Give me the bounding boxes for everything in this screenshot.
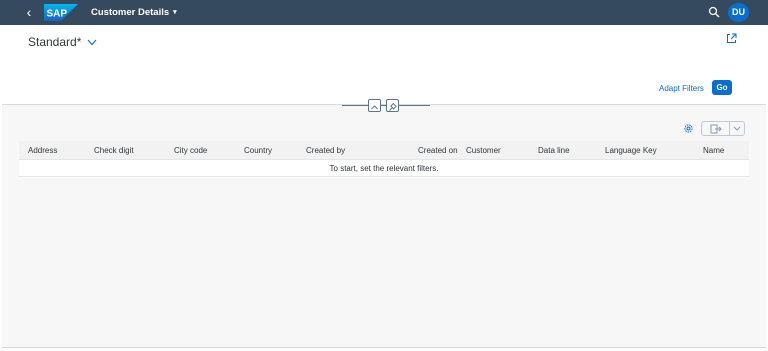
back-icon[interactable]: ‹ bbox=[22, 5, 36, 19]
column-header-city-code[interactable]: City code bbox=[174, 146, 207, 155]
column-header-name[interactable]: Name bbox=[703, 146, 724, 155]
table-header-row: Address Check digit City code Country Cr… bbox=[19, 141, 749, 160]
chevron-down-icon bbox=[733, 126, 741, 131]
variant-name: Standard* bbox=[28, 35, 82, 49]
pin-header-button[interactable] bbox=[386, 99, 399, 112]
app-title-menu[interactable]: Customer Details ▾ bbox=[91, 6, 177, 19]
column-header-created-on[interactable]: Created on bbox=[418, 146, 458, 155]
sap-logo[interactable]: SAP bbox=[44, 4, 78, 21]
variant-selector[interactable]: Standard* bbox=[28, 35, 97, 49]
export-dropdown-button[interactable] bbox=[730, 122, 744, 135]
page-header bbox=[0, 25, 768, 105]
column-header-data-line[interactable]: Data line bbox=[538, 146, 570, 155]
sap-logo-text: SAP bbox=[47, 9, 68, 20]
adapt-filters-button[interactable]: Adapt Filters bbox=[659, 84, 704, 93]
collapse-header-button[interactable] bbox=[368, 99, 381, 112]
shell-bar: ‹ SAP Customer Details ▾ DU bbox=[0, 0, 768, 25]
collapse-header-icon bbox=[371, 105, 378, 110]
search-icon[interactable] bbox=[708, 6, 720, 18]
column-header-address[interactable]: Address bbox=[28, 146, 57, 155]
results-table: Address Check digit City code Country Cr… bbox=[19, 141, 749, 178]
app-title-caret-icon: ▾ bbox=[173, 9, 177, 16]
column-header-check-digit[interactable]: Check digit bbox=[94, 146, 134, 155]
avatar[interactable]: DU bbox=[728, 3, 749, 22]
export-button-group bbox=[701, 121, 745, 136]
chevron-down-icon bbox=[87, 39, 97, 45]
page-bottom-border bbox=[2, 347, 766, 348]
column-header-customer[interactable]: Customer bbox=[466, 146, 501, 155]
export-button[interactable] bbox=[702, 122, 730, 135]
share-icon[interactable] bbox=[726, 33, 737, 44]
pin-header-icon bbox=[389, 102, 397, 111]
column-header-language-key[interactable]: Language Key bbox=[605, 146, 657, 155]
go-button[interactable]: Go bbox=[712, 80, 732, 95]
column-header-created-by[interactable]: Created by bbox=[306, 146, 345, 155]
settings-icon[interactable] bbox=[683, 123, 694, 134]
column-header-country[interactable]: Country bbox=[244, 146, 272, 155]
export-icon bbox=[710, 124, 722, 133]
app-title: Customer Details bbox=[91, 7, 170, 18]
table-empty-message: To start, set the relevant filters. bbox=[19, 160, 749, 177]
